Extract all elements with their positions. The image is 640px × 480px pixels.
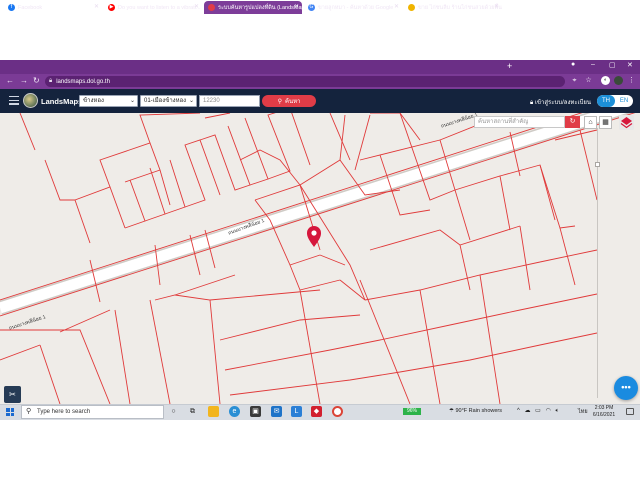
mcafee-icon[interactable]: ◆ [311,406,322,417]
hamburger-menu-icon[interactable] [9,96,19,105]
tab-title: Do you want to listen to a vibrati... [118,4,201,11]
clock-date: 6/16/2021 [592,411,616,418]
paw-icon [408,4,415,11]
chevron-down-icon: ⌄ [188,98,194,104]
place-search-input[interactable]: ค้นหาสถานที่สำคัญ [474,116,565,128]
task-view-icon[interactable]: ⧉ [187,406,198,417]
lang-th-button[interactable]: TH [597,95,615,107]
cloud-icon: ☁ [524,408,532,414]
notification-icon[interactable] [626,408,634,415]
window-close-icon[interactable]: ✕ [627,61,633,69]
address-bar[interactable]: 🔒︎ landsmaps.dol.go.th [45,76,565,87]
close-icon[interactable]: ✕ [94,3,99,10]
edge-icon[interactable]: e [229,406,240,417]
weather-widget[interactable]: ☂ 90°F Rain showers [449,408,502,414]
layers-icon[interactable] [619,115,634,130]
search-label: ค้นหา [284,99,301,105]
back-arrow-icon[interactable]: ← [6,76,14,86]
language-toggle: TH EN [597,95,633,107]
parcel-value: 12230 [203,98,220,104]
taskbar-search-input[interactable]: ⚲ Type here to search [21,405,164,419]
search-icon: ⚲ [277,98,282,105]
file-explorer-icon[interactable] [208,406,219,417]
grid-icon[interactable]: ▦ [599,116,612,129]
mail-icon[interactable]: ✉ [271,406,282,417]
map-pin-icon [208,4,215,11]
parcel-number-input[interactable]: 12230 [199,95,260,107]
url-text: landsmaps.dol.go.th [56,78,110,85]
close-icon[interactable]: ✕ [494,3,499,10]
login-link[interactable]: 🔒︎ เข้าสู่ระบบ/ลงทะเบียน [530,97,591,107]
reload-icon[interactable]: ↻ [33,76,40,86]
battery-icon: ▭ [535,408,543,414]
clock-time: 2:03 PM [594,405,614,411]
tab-shop[interactable]: ขาย ไก่ชนลีบ ร้านไก่ชนสวยด้วยพื้น ห้าง ✕ [404,1,502,14]
app-brand: LandsMaps [41,97,83,106]
search-button[interactable]: ⚲ ค้นหา [262,95,316,107]
home-icon[interactable]: ⌂ [584,116,597,129]
taskbar-clock[interactable]: 2:03 PM 6/16/2021 [591,405,617,418]
cortana-icon[interactable]: ○ [168,406,179,417]
chrome-icon[interactable] [332,406,343,417]
extension-icon[interactable]: ◐ [601,76,610,85]
tab-title: ระบบค้นหารูปแปลงที่ดิน (LandsMap... [218,4,302,11]
forward-arrow-icon[interactable]: → [20,76,28,86]
taskbar-search-placeholder: Type here to search [37,409,91,415]
province-value: ข้างหอง [83,98,104,104]
tab-youtube[interactable]: ▶ Do you want to listen to a vibrati... … [104,1,202,14]
facebook-icon: f [8,4,15,11]
location-pin-icon[interactable] [307,226,321,247]
lock-icon: 🔒︎ [49,78,53,84]
maximize-icon[interactable]: ▢ [609,61,616,69]
tools-icon[interactable]: ✂ [4,386,21,403]
tab-google-search[interactable]: G ขายลูกหมา - ค้นหาด้วย Google ✕ [304,1,402,14]
system-tray[interactable]: ^ ☁ ▭ ◠ 🔈︎ [517,407,561,415]
more-actions-button[interactable]: ••• [614,376,638,400]
tab-title: ขาย ไก่ชนลีบ ร้านไก่ชนสวยด้วยพื้น ห้าง [418,4,502,11]
app-l-icon[interactable]: L [291,406,302,417]
close-icon[interactable]: ✕ [294,3,299,10]
location-icon[interactable]: ⌖ [570,76,579,85]
district-value: 01-เมืองข้างหอง [144,98,187,104]
close-icon[interactable]: ✕ [394,3,399,10]
land-parcel-map[interactable]: ถนนบางพลีน้อย 1 ถนนบางพลีน้อย 1 ถนนบางพล… [0,113,640,404]
tab-title: Facebook [18,4,43,11]
battery-badge: 96% [403,408,421,415]
new-tab-button[interactable]: + [507,62,512,71]
bookmark-star-icon[interactable]: ☆ [584,76,593,85]
menu-kebab-icon[interactable]: ⋮ [627,76,636,85]
windows-start-icon[interactable] [6,408,14,416]
volume-icon: 🔈︎ [555,408,561,414]
lang-en-button[interactable]: EN [615,95,633,107]
tab-landsmaps[interactable]: ระบบค้นหารูปแปลงที่ดิน (LandsMap... ✕ [204,1,302,14]
map-scroll-track [597,128,598,398]
minimize-icon[interactable]: – [591,61,595,68]
close-icon[interactable]: ✕ [194,3,199,10]
province-select[interactable]: ข้างหอง ⌄ [79,95,138,107]
layers-glyph [620,117,633,129]
tab-facebook[interactable]: f Facebook ✕ [4,1,102,14]
input-language[interactable]: ไทย [578,408,588,416]
main-road [0,113,627,314]
chevron-down-icon: ⌄ [129,98,135,104]
parcel-boundaries [0,113,636,404]
login-label: เข้าสู่ระบบ/ลงทะเบียน [534,100,592,106]
google-icon: G [308,4,315,11]
search-icon: ⚲ [26,408,32,415]
profile-icon[interactable]: ● [571,61,575,68]
refresh-icon[interactable]: ↻ [565,116,580,128]
map-scroll-handle[interactable] [595,162,600,167]
store-icon[interactable]: ▣ [250,406,261,417]
browser-tab-strip [0,60,640,74]
profile-avatar[interactable] [614,76,623,85]
parcel-lines [0,113,636,404]
youtube-icon: ▶ [108,4,115,11]
wifi-icon: ◠ [545,408,553,414]
chevron-up-icon: ^ [517,408,522,414]
weather-text: 90°F Rain showers [455,408,502,414]
dol-logo [23,93,38,108]
tab-title: ขายลูกหมา - ค้นหาด้วย Google [318,4,394,11]
district-select[interactable]: 01-เมืองข้างหอง ⌄ [140,95,197,107]
